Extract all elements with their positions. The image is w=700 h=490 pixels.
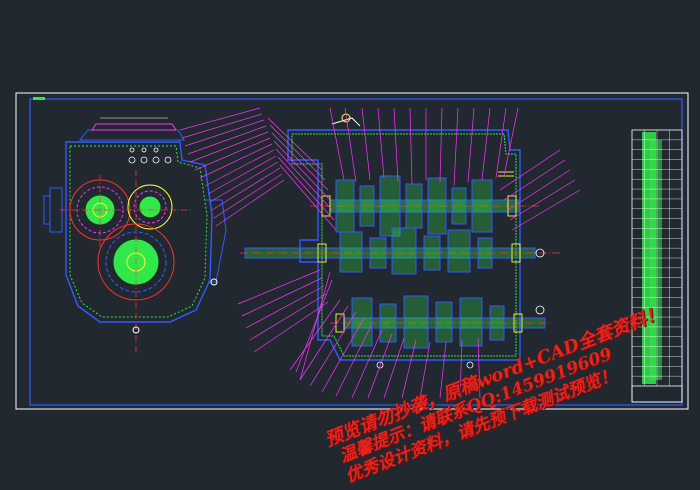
side-view-top-cover: [78, 129, 185, 141]
side-view: [43, 117, 227, 355]
section-view: [240, 113, 560, 369]
sheet-corner-marker: [33, 97, 45, 100]
gear-blocks: [335, 175, 505, 349]
title-block: [631, 129, 683, 403]
